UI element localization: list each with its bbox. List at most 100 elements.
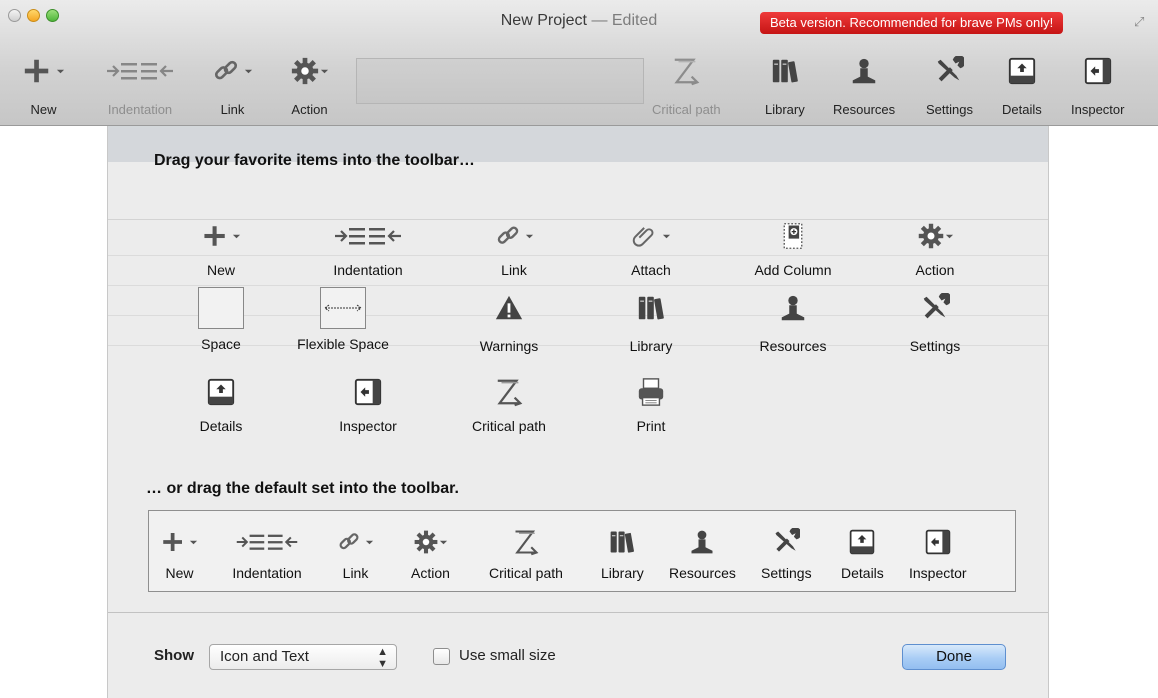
palette-item-warnings-label: Warnings: [479, 338, 539, 354]
palette-item-settings[interactable]: Settings: [870, 288, 1000, 354]
default-item-settings-label: Settings: [761, 565, 812, 581]
palette-item-indentation-label: Indentation: [333, 262, 403, 278]
default-item-critical-path: Critical path: [489, 525, 563, 581]
default-item-link-label: Link: [342, 565, 369, 581]
default-item-action: Action: [411, 525, 450, 581]
palette-item-warnings[interactable]: Warnings: [444, 288, 574, 354]
default-item-link: Link: [337, 525, 374, 581]
toolbar-settings-button[interactable]: Settings: [926, 52, 973, 117]
palette-item-add-column[interactable]: Add Column: [728, 216, 858, 278]
critical-path-icon: [512, 525, 540, 559]
palette-item-action[interactable]: Action: [870, 216, 1000, 278]
palette-item-space-label: Space: [201, 336, 241, 352]
show-mode-value: Icon and Text: [220, 648, 309, 665]
toolbar-inspector-label: Inspector: [1071, 102, 1125, 117]
palette-item-link[interactable]: Link: [449, 216, 579, 278]
default-item-new-label: New: [165, 565, 194, 581]
small-size-label[interactable]: Use small size: [459, 647, 556, 664]
palette-item-print[interactable]: Print: [586, 372, 716, 434]
customize-toolbar-sheet: Drag your favorite items into the toolba…: [107, 126, 1049, 698]
library-icon: [770, 52, 800, 90]
palette-item-inspector-label: Inspector: [339, 418, 397, 434]
details-icon: [848, 525, 876, 559]
toolbar-inspector-button[interactable]: Inspector: [1071, 52, 1124, 117]
palette-item-settings-label: Settings: [909, 338, 961, 354]
palette-item-resources[interactable]: Resources: [728, 288, 858, 354]
toolbar-new-label: New: [30, 102, 57, 117]
gear-icon: [290, 52, 329, 90]
default-toolbar-set[interactable]: New Indentation Link Action Critical pat…: [148, 510, 1016, 592]
palette-item-indentation[interactable]: Indentation: [303, 216, 433, 278]
toolbar-settings-label: Settings: [926, 102, 973, 117]
toolbar-resources-label: Resources: [833, 102, 896, 117]
inspector-icon: [1083, 52, 1113, 90]
palette-item-new-label: New: [206, 262, 235, 278]
palette-item-library[interactable]: Library: [586, 288, 716, 354]
default-item-indentation-label: Indentation: [232, 565, 302, 581]
toolbar-search-field[interactable]: [356, 58, 644, 104]
palette-item-new[interactable]: New: [156, 216, 286, 278]
small-size-checkbox[interactable]: [433, 648, 450, 665]
palette-item-inspector[interactable]: Inspector: [303, 372, 433, 434]
link-icon: [337, 525, 374, 559]
fullscreen-icon[interactable]: ⤢: [1134, 14, 1150, 30]
palette-item-critical-path[interactable]: Critical path: [444, 372, 574, 434]
resources-icon: [849, 52, 879, 90]
toolbar-details-label: Details: [1002, 102, 1042, 117]
default-item-new: New: [161, 525, 198, 581]
details-icon: [206, 372, 236, 412]
toolbar-details-button[interactable]: Details: [1002, 52, 1042, 117]
toolbar-library-label: Library: [765, 102, 805, 117]
footer-divider: [108, 612, 1048, 613]
inspector-icon: [924, 525, 952, 559]
critical-path-icon: [671, 52, 701, 90]
palette-item-add-column-label: Add Column: [754, 262, 832, 278]
default-item-details: Details: [841, 525, 884, 581]
default-set-title: … or drag the default set into the toolb…: [146, 480, 459, 497]
toolbar-critical-path-label: Critical path: [652, 102, 721, 117]
plus-icon: [22, 52, 65, 90]
library-icon: [608, 525, 636, 559]
default-item-inspector: Inspector: [909, 525, 967, 581]
palette-item-flexible-space-label: Flexible Space: [297, 336, 389, 352]
default-item-library: Library: [601, 525, 644, 581]
done-button[interactable]: Done: [902, 644, 1006, 670]
warning-icon: [494, 288, 524, 328]
palette-item-details[interactable]: Details: [156, 372, 286, 434]
indentation-icon: [229, 525, 305, 559]
default-item-library-label: Library: [601, 565, 644, 581]
toolbar-link-button[interactable]: Link: [212, 52, 253, 117]
edited-indicator: — Edited: [591, 12, 658, 29]
toolbar-indentation-button[interactable]: Indentation: [102, 52, 178, 117]
toolbar-new-button[interactable]: New: [22, 52, 65, 117]
palette-item-library-label: Library: [629, 338, 673, 354]
plus-icon: [161, 525, 198, 559]
gear-icon: [917, 216, 954, 256]
paperclip-icon: [632, 216, 671, 256]
default-item-action-label: Action: [411, 565, 450, 581]
default-item-inspector-label: Inspector: [909, 565, 967, 581]
indentation-icon: [102, 52, 178, 90]
default-item-indentation: Indentation: [229, 525, 305, 581]
toolbar-action-button[interactable]: Action: [290, 52, 329, 117]
default-item-details-label: Details: [841, 565, 884, 581]
link-icon: [212, 52, 253, 90]
palette-item-action-label: Action: [915, 262, 955, 278]
toolbar-critical-path-button[interactable]: Critical path: [652, 52, 721, 117]
toolbar-link-label: Link: [220, 102, 245, 117]
library-icon: [636, 288, 666, 328]
window-title-text: New Project: [500, 12, 587, 29]
palette-item-link-label: Link: [501, 262, 527, 278]
palette-item-flexible-space[interactable]: Flexible Space: [278, 287, 408, 352]
palette-item-space[interactable]: Space: [156, 287, 286, 352]
settings-icon: [934, 52, 964, 90]
palette-item-attach[interactable]: Attach: [586, 216, 716, 278]
default-item-resources-label: Resources: [669, 565, 736, 581]
show-mode-select[interactable]: Icon and Text ▲ ▼: [209, 644, 397, 670]
default-item-resources: Resources: [669, 525, 736, 581]
add-column-icon: [779, 216, 807, 256]
toolbar-resources-button[interactable]: Resources: [833, 52, 895, 117]
toolbar-indentation-label: Indentation: [107, 102, 173, 117]
critical-path-icon: [494, 372, 524, 412]
toolbar-library-button[interactable]: Library: [765, 52, 805, 117]
